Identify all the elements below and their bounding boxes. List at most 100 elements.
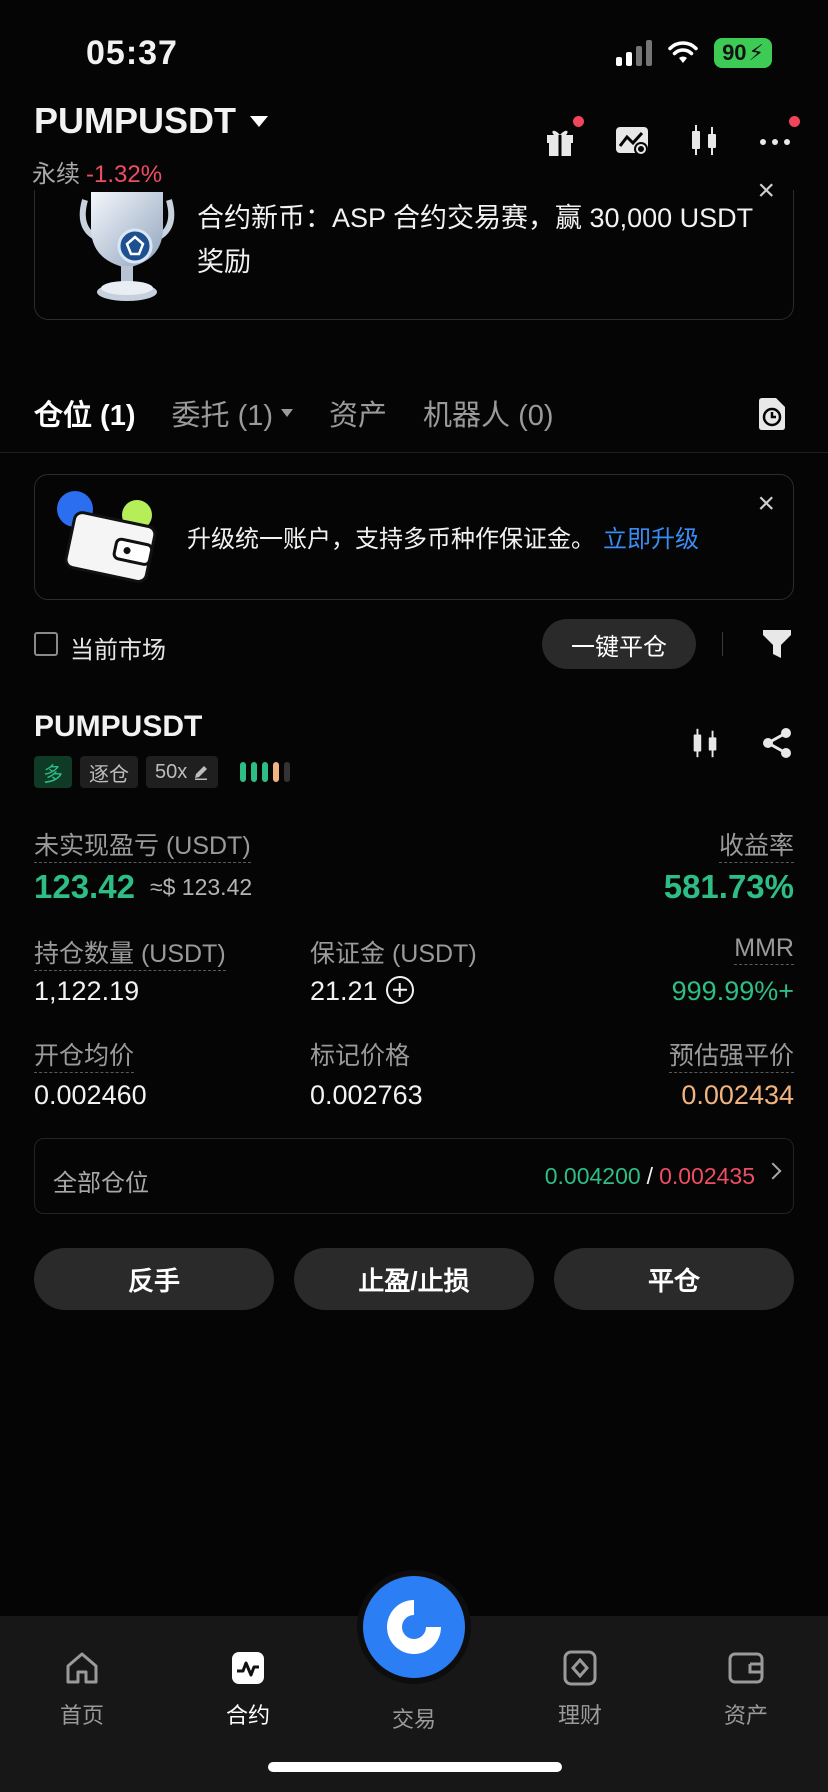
entry-price-label: 开仓均价 [34, 1036, 135, 1073]
upgrade-text: 升级统一账户，支持多币种作保证金。 [187, 526, 595, 553]
share-icon[interactable] [760, 726, 794, 760]
tpsl-row[interactable]: 全部仓位 0.004200/0.002435 [34, 1138, 794, 1214]
roe-label: 收益率 [718, 826, 794, 863]
tpsl-label: 全部仓位 [53, 1170, 149, 1197]
battery-indicator: 90 ⚡ [714, 38, 772, 68]
separator [722, 632, 723, 656]
filter-icon[interactable] [762, 628, 792, 660]
mmr-value: 999.99%+ [671, 976, 794, 1006]
add-margin-icon[interactable] [385, 975, 414, 1004]
current-market-checkbox[interactable] [34, 632, 58, 656]
nav-earn[interactable]: 理财 [520, 1650, 640, 1730]
nav-assets[interactable]: 资产 [686, 1650, 806, 1730]
trophy-icon [79, 192, 175, 301]
stop-loss-value: 0.002435 [659, 1163, 755, 1189]
tab-label: 资产 [329, 400, 388, 432]
nav-home[interactable]: 首页 [22, 1650, 142, 1730]
edit-icon [195, 766, 208, 780]
current-market-label[interactable]: 当前市场 [70, 630, 166, 665]
upgrade-banner[interactable]: 升级统一账户，支持多币种作保证金。 立即升级 × [34, 474, 794, 600]
size-value: 1,122.19 [34, 976, 140, 1006]
tab-positions[interactable]: 仓位 (1) [34, 392, 136, 434]
gift-icon[interactable] [542, 116, 584, 158]
tpsl-separator: / [646, 1163, 654, 1189]
liq-price-value: 0.002434 [681, 1080, 794, 1110]
close-all-button[interactable]: 一键平仓 [542, 619, 696, 669]
nav-label: 交易 [391, 1707, 436, 1732]
size-label: 持仓数量 (USDT) [34, 934, 226, 971]
mmr-label: MMR [734, 934, 794, 965]
status-icons: 90 ⚡ [616, 38, 772, 68]
earn-icon [563, 1650, 597, 1686]
mark-price-value: 0.002763 [310, 1080, 423, 1110]
upgrade-message: 升级统一账户，支持多币种作保证金。 立即升级 [187, 519, 699, 554]
position-action-buttons: 反手 止盈/止损 平仓 [34, 1248, 794, 1310]
nav-trade[interactable]: 交易 [354, 1702, 474, 1734]
entry-price-value: 0.002460 [34, 1080, 147, 1110]
caret-down-icon [250, 115, 269, 127]
contract-info: 永续 -1.32% [32, 154, 162, 189]
tab-label: 机器人 (0) [423, 400, 554, 432]
roe-value: 581.73% [663, 868, 794, 905]
tabs-divider [0, 452, 828, 453]
nav-label: 资产 [723, 1703, 768, 1728]
close-position-button[interactable]: 平仓 [554, 1248, 794, 1310]
chevron-right-icon [764, 1162, 782, 1180]
margin-value-wrap: 21.21 [310, 975, 414, 1007]
take-profit-value: 0.004200 [544, 1163, 641, 1189]
margin-value: 21.21 [310, 976, 378, 1006]
pair-selector[interactable]: PUMPUSDT [34, 100, 269, 142]
leverage-value: 50x [155, 760, 188, 783]
side-tag: 多 [34, 756, 72, 788]
price-change: -1.32% [86, 161, 163, 188]
position-tags: 多 逐仓 50x [34, 756, 291, 788]
unrealized-pnl-value: 123.42 [34, 868, 135, 905]
candlestick-icon[interactable] [686, 122, 722, 158]
filter-row: 当前市场 一键平仓 [34, 618, 794, 670]
position-symbol[interactable]: PUMPUSDT [34, 710, 202, 744]
notification-dot [573, 116, 584, 127]
wifi-icon [668, 41, 698, 63]
exchange-logo-icon [387, 1600, 441, 1654]
more-icon[interactable] [758, 116, 800, 158]
pair-name: PUMPUSDT [34, 100, 237, 141]
futures-icon [232, 1652, 264, 1684]
tpsl-button[interactable]: 止盈/止损 [294, 1248, 534, 1310]
history-icon[interactable] [756, 397, 788, 431]
margin-mode-tag: 逐仓 [80, 756, 138, 788]
reverse-button[interactable]: 反手 [34, 1248, 274, 1310]
tab-bots[interactable]: 机器人 (0) [423, 392, 554, 434]
tab-assets[interactable]: 资产 [329, 392, 387, 434]
charging-icon: ⚡ [748, 40, 764, 65]
cellular-signal-icon [616, 40, 653, 66]
home-icon [66, 1652, 98, 1684]
trade-fab-button[interactable] [363, 1576, 465, 1678]
tab-label: 仓位 (1) [34, 400, 136, 432]
close-promo-icon[interactable]: × [757, 176, 775, 206]
nav-label: 首页 [59, 1703, 104, 1728]
risk-level-indicator [240, 762, 291, 782]
wallet-icon [57, 491, 157, 583]
wallet-icon [728, 1652, 764, 1684]
leverage-tag[interactable]: 50x [146, 756, 219, 788]
liq-price-label: 预估强平价 [668, 1036, 794, 1073]
upgrade-link[interactable]: 立即升级 [603, 526, 699, 553]
home-indicator [268, 1762, 562, 1772]
nav-futures[interactable]: 合约 [188, 1650, 308, 1730]
tpsl-values: 0.004200/0.002435 [545, 1163, 755, 1190]
position-tabs: 仓位 (1) 委托 (1) 资产 机器人 (0) [34, 392, 554, 434]
promo-banner[interactable]: 合约新币：ASP 合约交易赛，赢 30,000 USDT 奖励 × [34, 176, 794, 320]
position-actions [688, 726, 794, 760]
candlestick-icon[interactable] [688, 726, 722, 760]
chart-settings-icon[interactable] [614, 122, 650, 158]
close-upgrade-icon[interactable]: × [757, 489, 775, 519]
unrealized-pnl-label: 未实现盈亏 (USDT) [34, 826, 251, 863]
margin-label: 保证金 (USDT) [310, 940, 477, 968]
tab-orders[interactable]: 委托 (1) [172, 392, 294, 434]
contract-type: 永续 [32, 161, 80, 188]
nav-label: 理财 [557, 1703, 602, 1728]
battery-level: 90 [722, 40, 747, 65]
mark-price-label: 标记价格 [310, 1042, 411, 1070]
notification-dot [789, 116, 800, 127]
status-time: 05:37 [86, 34, 178, 72]
